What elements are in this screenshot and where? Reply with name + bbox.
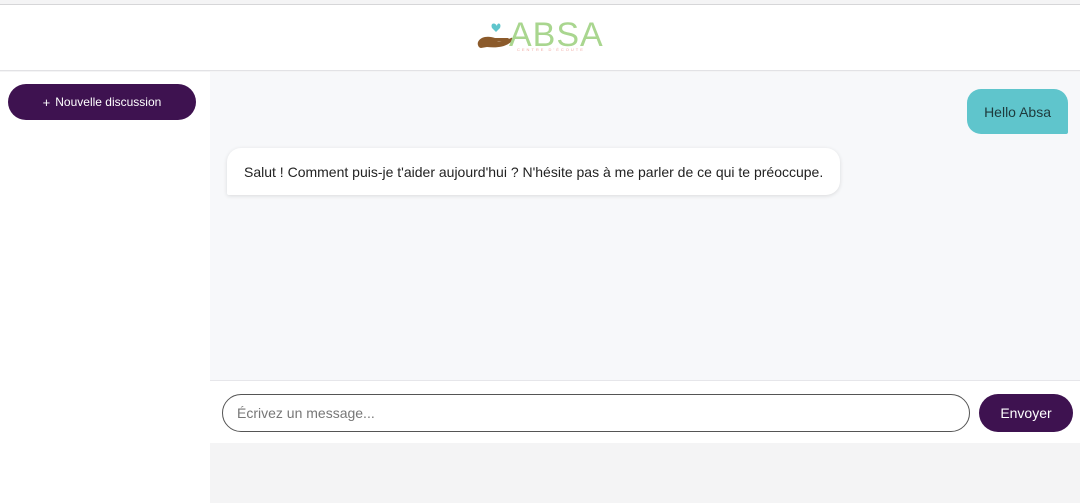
hand-heart-icon (477, 23, 513, 48)
chat-messages-area: Hello Absa Salut ! Comment puis-je t'aid… (210, 72, 1080, 380)
new-chat-label: Nouvelle discussion (55, 95, 162, 109)
message-composer: Envoyer (210, 380, 1080, 443)
message-input[interactable] (222, 394, 970, 432)
app-header: ABSA CENTRE D'ÉCOUTE (0, 5, 1080, 71)
assistant-message-bubble: Salut ! Comment puis-je t'aider aujourd'… (227, 148, 841, 195)
plus-icon: + (42, 94, 51, 110)
logo-subtitle: CENTRE D'ÉCOUTE (517, 46, 585, 52)
new-chat-button[interactable]: + Nouvelle discussion (8, 84, 196, 120)
send-button[interactable]: Envoyer (979, 394, 1073, 432)
user-message-bubble: Hello Absa (967, 89, 1068, 134)
sidebar: + Nouvelle discussion (0, 72, 210, 503)
absa-logo[interactable]: ABSA CENTRE D'ÉCOUTE (477, 16, 603, 56)
